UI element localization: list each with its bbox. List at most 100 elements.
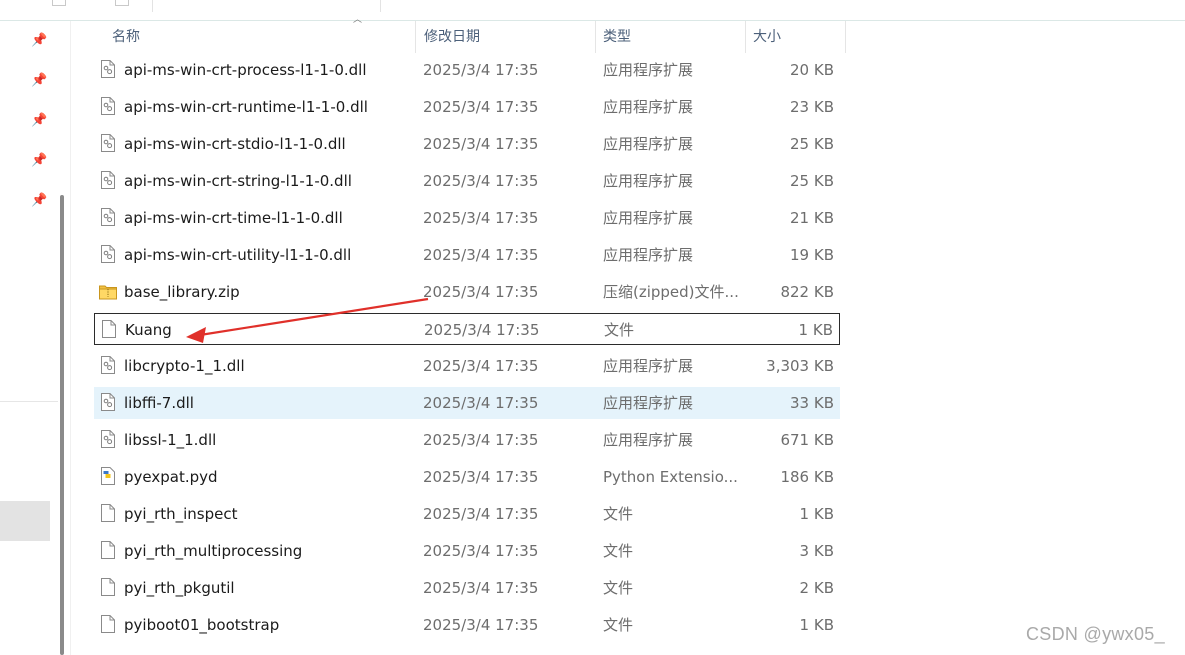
file-size: 822 KB bbox=[780, 283, 834, 301]
navigation-pane: 📌 📌 📌 📌 📌 bbox=[0, 21, 70, 655]
dll-file-icon bbox=[101, 60, 115, 78]
file-size: 1 KB bbox=[799, 616, 834, 634]
file-type: 文件 bbox=[603, 616, 634, 634]
column-header-type[interactable]: 类型 bbox=[595, 21, 745, 53]
file-type: 文件 bbox=[603, 579, 634, 597]
file-row[interactable]: pyexpat.pyd 2025/3/4 17:35 Python Extensio… bbox=[94, 461, 840, 493]
file-modified-date: 2025/3/4 17:35 bbox=[423, 579, 539, 597]
file-type: 应用程序扩展 bbox=[603, 431, 694, 449]
file-name: libcrypto-1_1.dll bbox=[124, 357, 245, 375]
dll-file-icon bbox=[101, 356, 115, 374]
toolbar-button-icon[interactable] bbox=[52, 0, 66, 6]
file-name: Kuang bbox=[125, 321, 172, 339]
file-modified-date: 2025/3/4 17:35 bbox=[423, 468, 539, 486]
toolbar-divider bbox=[152, 0, 153, 12]
file-modified-date: 2025/3/4 17:35 bbox=[423, 246, 539, 264]
file-type: 压缩(zipped)文件... bbox=[603, 283, 739, 301]
file-type: 应用程序扩展 bbox=[603, 394, 694, 412]
file-type: 应用程序扩展 bbox=[603, 98, 694, 116]
toolbar-button-icon[interactable] bbox=[115, 0, 129, 6]
file-row[interactable]: api-ms-win-crt-time-l1-1-0.dll 2025/3/4 1… bbox=[94, 202, 840, 234]
toolbar bbox=[0, 0, 1185, 21]
file-name: api-ms-win-crt-string-l1-1-0.dll bbox=[124, 172, 352, 190]
column-header-name[interactable]: 名称 bbox=[104, 21, 414, 53]
file-row[interactable]: pyi_rth_multiprocessing 2025/3/4 17:35 文件 3… bbox=[94, 535, 840, 567]
file-type: 应用程序扩展 bbox=[603, 357, 694, 375]
file-type: 文件 bbox=[603, 505, 634, 523]
toolbar-divider bbox=[380, 0, 381, 12]
file-type: 应用程序扩展 bbox=[603, 135, 694, 153]
file-size: 186 KB bbox=[780, 468, 834, 486]
file-modified-date: 2025/3/4 17:35 bbox=[423, 283, 539, 301]
file-row[interactable]: libcrypto-1_1.dll 2025/3/4 17:35 应用程序扩展 3,3… bbox=[94, 350, 840, 382]
file-size: 3 KB bbox=[799, 542, 834, 560]
file-size: 25 KB bbox=[790, 172, 834, 190]
file-name: api-ms-win-crt-stdio-l1-1-0.dll bbox=[124, 135, 346, 153]
file-type: 文件 bbox=[604, 321, 635, 339]
file-type: Python Extensio... bbox=[603, 468, 738, 486]
file-modified-date: 2025/3/4 17:35 bbox=[424, 321, 540, 339]
file-row[interactable]: pyiboot01_bootstrap 2025/3/4 17:35 文件 1 KB bbox=[94, 609, 840, 641]
file-modified-date: 2025/3/4 17:35 bbox=[423, 98, 539, 116]
file-size: 3,303 KB bbox=[766, 357, 834, 375]
file-size: 1 KB bbox=[798, 321, 833, 339]
file-name: pyi_rth_pkgutil bbox=[124, 579, 235, 597]
file-size: 23 KB bbox=[790, 98, 834, 116]
file-name: pyi_rth_inspect bbox=[124, 505, 238, 523]
column-divider[interactable] bbox=[845, 21, 846, 53]
file-row[interactable]: api-ms-win-crt-utility-l1-1-0.dll 2025/3/… bbox=[94, 239, 840, 271]
file-type: 应用程序扩展 bbox=[603, 246, 694, 264]
dll-file-icon bbox=[101, 430, 115, 448]
file-size: 25 KB bbox=[790, 135, 834, 153]
pin-icon[interactable]: 📌 bbox=[31, 193, 47, 209]
file-row[interactable]: base_library.zip 2025/3/4 17:35 压缩(zipped)… bbox=[94, 276, 840, 308]
dll-file-icon bbox=[101, 208, 115, 226]
nav-pane-border bbox=[70, 21, 71, 655]
column-header-modified[interactable]: 修改日期 bbox=[416, 21, 594, 53]
file-name: api-ms-win-crt-time-l1-1-0.dll bbox=[124, 209, 343, 227]
nav-scrollbar[interactable] bbox=[60, 195, 64, 655]
file-row[interactable]: pyi_rth_pkgutil 2025/3/4 17:35 文件 2 KB bbox=[94, 572, 840, 604]
file-modified-date: 2025/3/4 17:35 bbox=[423, 209, 539, 227]
file-row[interactable]: libssl-1_1.dll 2025/3/4 17:35 应用程序扩展 671 KB bbox=[94, 424, 840, 456]
file-row[interactable]: api-ms-win-crt-runtime-l1-1-0.dll 2025/3/… bbox=[94, 91, 840, 123]
column-headers: ︿ 名称 修改日期 类型 大小 bbox=[96, 16, 846, 53]
file-name: pyiboot01_bootstrap bbox=[124, 616, 280, 634]
file-modified-date: 2025/3/4 17:35 bbox=[423, 616, 539, 634]
dll-file-icon bbox=[101, 134, 115, 152]
file-type: 文件 bbox=[603, 542, 634, 560]
pin-icon[interactable]: 📌 bbox=[31, 153, 47, 169]
file-name: pyi_rth_multiprocessing bbox=[124, 542, 303, 560]
pin-icon[interactable]: 📌 bbox=[31, 73, 47, 89]
file-row[interactable]: api-ms-win-crt-string-l1-1-0.dll 2025/3/4… bbox=[94, 165, 840, 197]
file-row[interactable]: libffi-7.dll 2025/3/4 17:35 应用程序扩展 33 KB bbox=[94, 387, 840, 419]
python-file-icon bbox=[101, 467, 115, 485]
column-header-size[interactable]: 大小 bbox=[745, 21, 845, 53]
file-name: api-ms-win-crt-process-l1-1-0.dll bbox=[124, 61, 367, 79]
file-type: 应用程序扩展 bbox=[603, 61, 694, 79]
file-name: libssl-1_1.dll bbox=[124, 431, 217, 449]
zip-folder-icon bbox=[99, 284, 117, 302]
pin-icon[interactable]: 📌 bbox=[31, 33, 47, 49]
dll-file-icon bbox=[101, 245, 115, 263]
nav-item-selected[interactable] bbox=[0, 501, 50, 541]
file-row[interactable]: pyi_rth_inspect 2025/3/4 17:35 文件 1 KB bbox=[94, 498, 840, 530]
file-modified-date: 2025/3/4 17:35 bbox=[423, 357, 539, 375]
file-name: api-ms-win-crt-runtime-l1-1-0.dll bbox=[124, 98, 368, 116]
watermark: CSDN @ywx05_ bbox=[1026, 624, 1165, 644]
file-size: 20 KB bbox=[790, 61, 834, 79]
blank-file-icon bbox=[101, 504, 115, 522]
file-name: api-ms-win-crt-utility-l1-1-0.dll bbox=[124, 246, 352, 264]
file-modified-date: 2025/3/4 17:35 bbox=[423, 431, 539, 449]
blank-file-icon bbox=[101, 615, 115, 633]
file-name: base_library.zip bbox=[124, 283, 240, 301]
file-name: pyexpat.pyd bbox=[124, 468, 218, 486]
file-type: 应用程序扩展 bbox=[603, 209, 694, 227]
file-name: libffi-7.dll bbox=[124, 394, 194, 412]
file-row[interactable]: Kuang 2025/3/4 17:35 文件 1 KB bbox=[94, 313, 840, 345]
file-row[interactable]: api-ms-win-crt-process-l1-1-0.dll 2025/3/… bbox=[94, 54, 840, 86]
pin-icon[interactable]: 📌 bbox=[31, 113, 47, 129]
file-row[interactable]: api-ms-win-crt-stdio-l1-1-0.dll 2025/3/4 … bbox=[94, 128, 840, 160]
dll-file-icon bbox=[101, 97, 115, 115]
file-size: 671 KB bbox=[780, 431, 834, 449]
